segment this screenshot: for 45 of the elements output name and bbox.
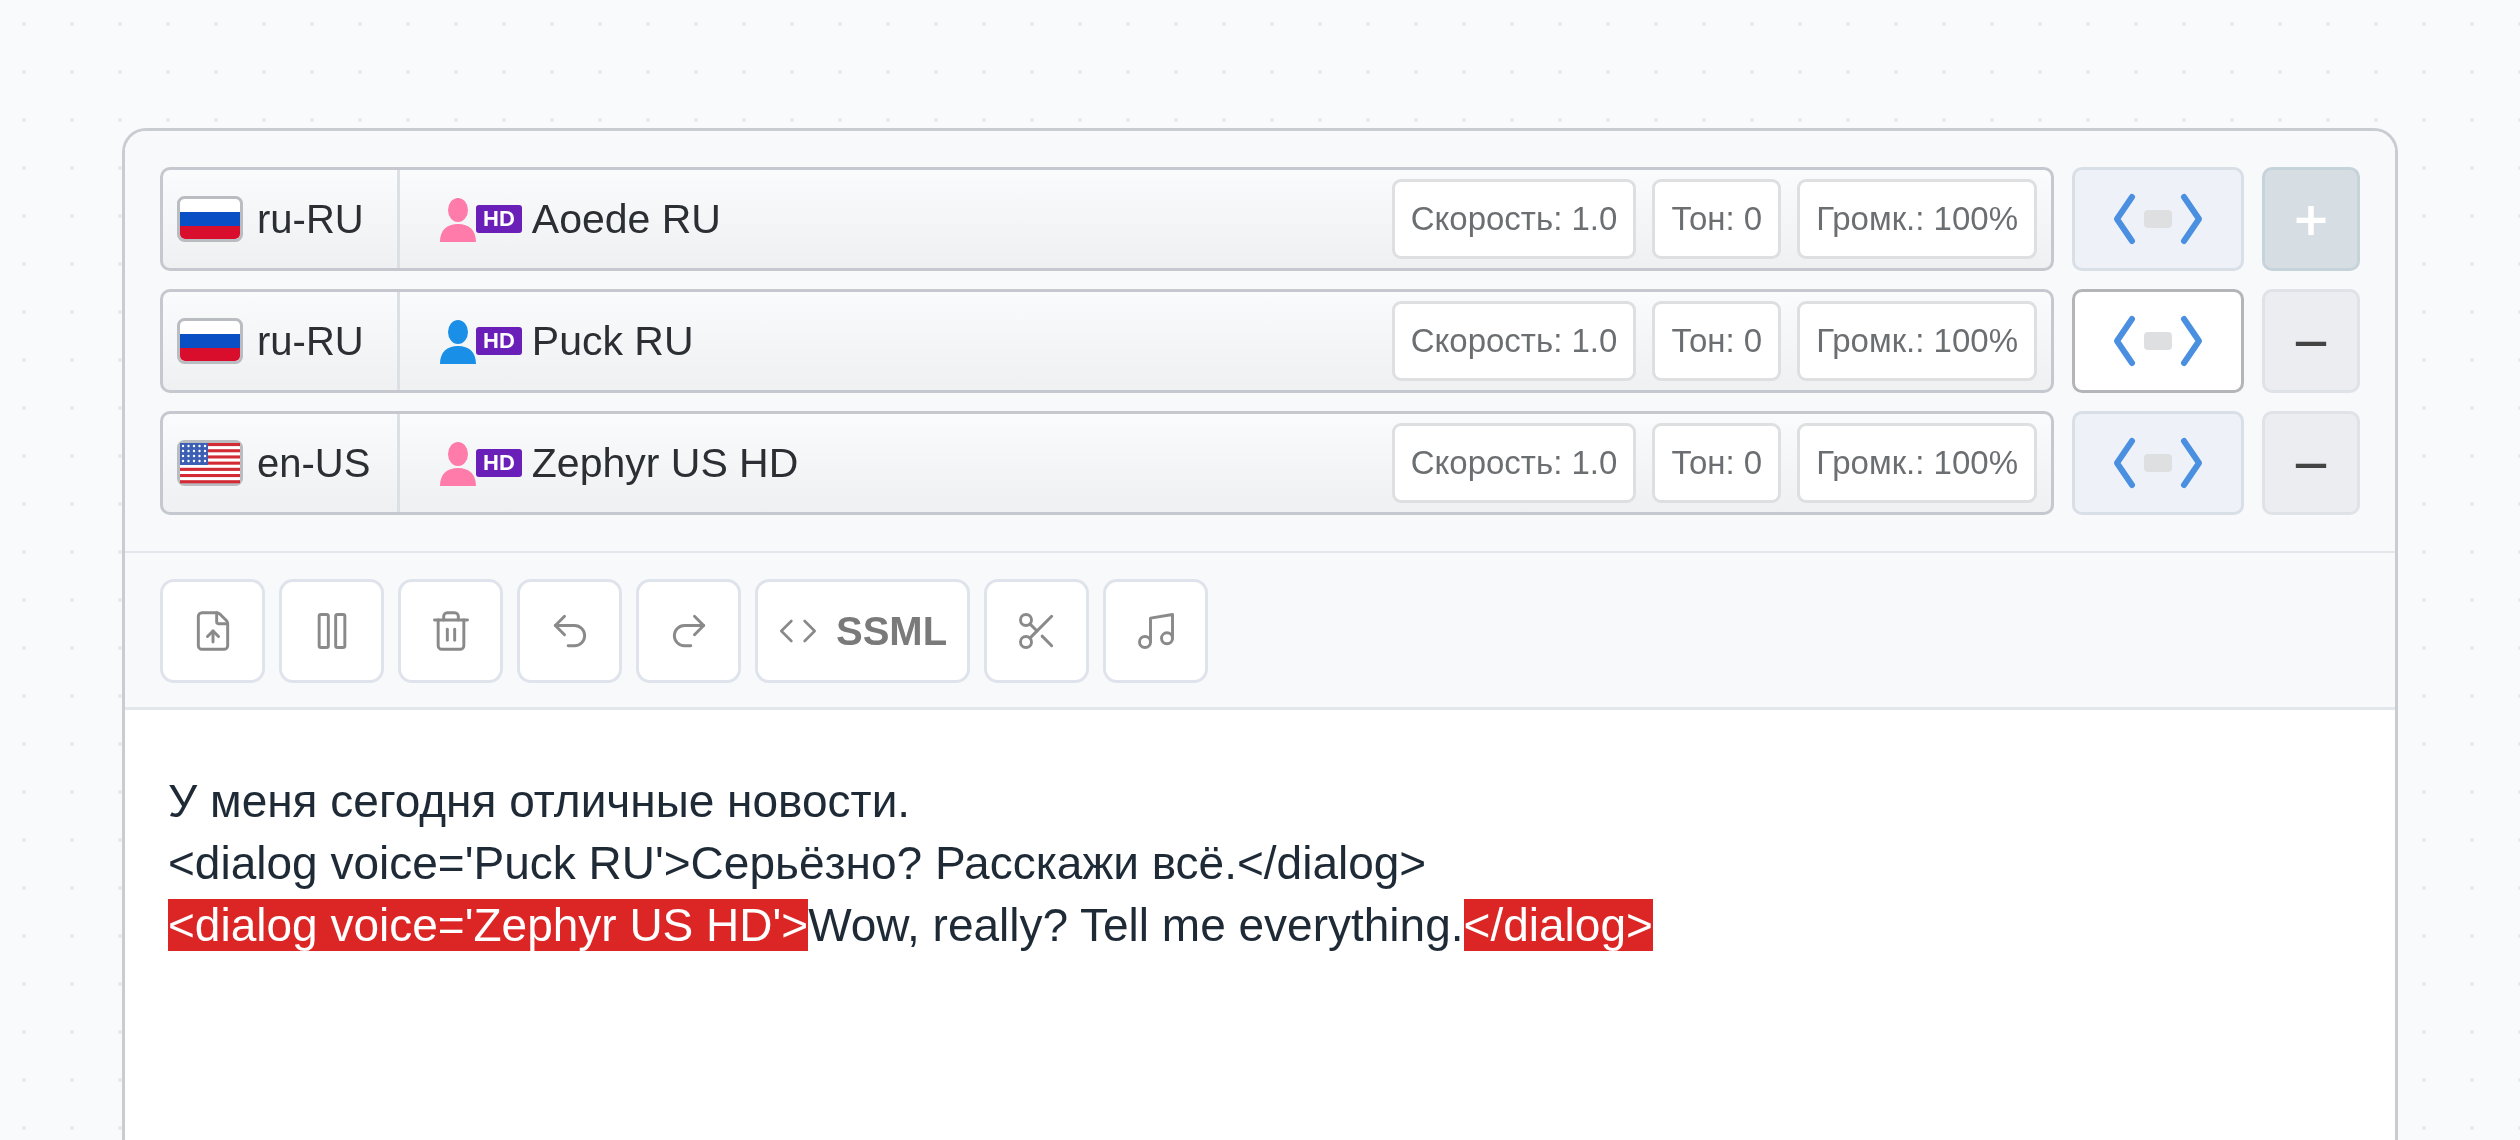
code-toggle-button[interactable] bbox=[2072, 411, 2244, 515]
language-code: ru-RU bbox=[257, 196, 364, 242]
voice-parameter[interactable]: Скорость: 1.0 bbox=[1391, 423, 1637, 503]
voice-parameter[interactable]: Тон: 0 bbox=[1652, 301, 1782, 381]
voice-parameter[interactable]: Громк.: 100% bbox=[1797, 179, 2037, 259]
voice-parameter[interactable]: Тон: 0 bbox=[1652, 423, 1782, 503]
flag-icon bbox=[177, 440, 243, 486]
language-code: ru-RU bbox=[257, 318, 364, 364]
editor-line: У меня сегодня отличные новости. bbox=[168, 774, 912, 829]
voice-parameter[interactable]: Скорость: 1.0 bbox=[1391, 179, 1637, 259]
language-selector[interactable]: en-US bbox=[163, 414, 400, 512]
voice-name: Puck RU bbox=[531, 317, 694, 365]
voice-selector[interactable]: HD Puck RU bbox=[400, 317, 1392, 365]
trash-button[interactable] bbox=[398, 579, 503, 683]
hd-badge: HD bbox=[476, 449, 522, 477]
voice-parameter[interactable]: Тон: 0 bbox=[1652, 179, 1782, 259]
voice-selector[interactable]: HD Zephyr US HD bbox=[400, 439, 1392, 487]
code-toggle-icon bbox=[2112, 435, 2204, 491]
voice-parameter[interactable]: Громк.: 100% bbox=[1797, 301, 2037, 381]
editor-line: <dialog voice='Puck RU'>Серьёзно? Расскажи всё.</dialog> bbox=[168, 836, 1428, 891]
voice-selector[interactable]: HD Aoede RU bbox=[400, 195, 1392, 243]
undo-button[interactable] bbox=[517, 579, 622, 683]
pause-button[interactable] bbox=[279, 579, 384, 683]
ssml-button[interactable]: SSML bbox=[755, 579, 971, 683]
flag-icon bbox=[177, 318, 243, 364]
file-upload-button[interactable] bbox=[160, 579, 265, 683]
remove-voice-button[interactable]: — bbox=[2262, 289, 2360, 393]
language-selector[interactable]: ru-RU bbox=[163, 170, 400, 268]
voice-parameter[interactable]: Громк.: 100% bbox=[1797, 423, 2037, 503]
language-code: en-US bbox=[257, 440, 371, 486]
voice-name: Zephyr US HD bbox=[531, 439, 799, 487]
code-toggle-icon bbox=[2112, 313, 2204, 369]
remove-voice-button[interactable]: — bbox=[2262, 411, 2360, 515]
flag-icon bbox=[177, 196, 243, 242]
scissors-button[interactable] bbox=[984, 579, 1090, 683]
language-selector[interactable]: ru-RU bbox=[163, 292, 400, 390]
redo-button[interactable] bbox=[636, 579, 741, 683]
hd-badge: HD bbox=[476, 205, 522, 233]
music-note-button[interactable] bbox=[1103, 579, 1209, 683]
code-toggle-button[interactable] bbox=[2072, 289, 2244, 393]
hd-badge: HD bbox=[476, 327, 522, 355]
voice-parameter[interactable]: Скорость: 1.0 bbox=[1391, 301, 1637, 381]
code-toggle-button[interactable] bbox=[2072, 167, 2244, 271]
voice-name: Aoede RU bbox=[531, 195, 721, 243]
code-toggle-icon bbox=[2112, 191, 2204, 247]
